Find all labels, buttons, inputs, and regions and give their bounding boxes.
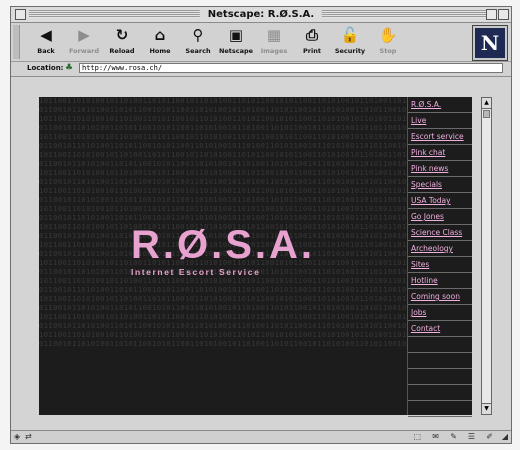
nav-link[interactable]: Live xyxy=(408,113,472,129)
security-lock-icon: 🔓 xyxy=(340,26,360,44)
component-bar-composer-icon[interactable]: ✎ xyxy=(450,432,457,442)
site-main-frame: 1011001101010010110100110101100101101010… xyxy=(39,97,407,415)
toolbar-button-label: Reload xyxy=(109,47,135,55)
toolbar-stop-button[interactable]: ✋ Stop xyxy=(369,25,407,55)
toolbar-reload-button[interactable]: ↻ Reload xyxy=(103,25,141,55)
browser-window: Netscape: R.Ø.S.A. ◀ Back ▶ Forward ↻ Reload ⌂… xyxy=(10,6,512,444)
back-arrow-icon: ◀ xyxy=(40,26,52,44)
scroll-thumb[interactable] xyxy=(483,110,490,118)
search-icon: ⚲ xyxy=(192,26,204,44)
nav-link[interactable]: Jobs xyxy=(408,305,472,321)
toolbar-back-button[interactable]: ◀ Back xyxy=(27,25,65,55)
toolbar-button-label: Back xyxy=(37,47,55,55)
print-icon: ⎙ xyxy=(305,26,318,44)
page-proxy-icon[interactable]: ♣ xyxy=(65,63,73,73)
toolbar-home-button[interactable]: ⌂ Home xyxy=(141,25,179,55)
vertical-scrollbar[interactable]: ▲ ▼ xyxy=(481,97,492,415)
nav-link[interactable]: Sites xyxy=(408,257,472,273)
component-bar-news-icon[interactable]: ☰ xyxy=(468,432,475,442)
security-status-icon[interactable]: ◈ xyxy=(14,432,20,442)
site-tagline: Internet Escort Service xyxy=(131,267,261,277)
nav-link[interactable]: Escort service xyxy=(408,129,472,145)
toolbar-forward-button[interactable]: ▶ Forward xyxy=(65,25,103,55)
component-bar-edit-icon[interactable]: ✐ xyxy=(486,432,493,442)
scroll-down-arrow-icon[interactable]: ▼ xyxy=(482,403,491,414)
forward-arrow-icon: ▶ xyxy=(78,26,90,44)
page-content-area: 1011001101010010110100110101100101101010… xyxy=(11,77,511,433)
status-bar: ◈ ⇄ ⬚ ✉ ✎ ☰ ✐ ◢ xyxy=(11,430,511,443)
nav-link[interactable]: Pink news xyxy=(408,161,472,177)
toolbar-security-button[interactable]: 🔓 Security xyxy=(331,25,369,55)
component-bar-mail-icon[interactable]: ✉ xyxy=(432,432,439,442)
images-icon: ▦ xyxy=(266,26,282,44)
zoom-box[interactable] xyxy=(486,9,497,20)
online-status-icon[interactable]: ⇄ xyxy=(25,432,32,442)
nav-link[interactable]: R.Ø.S.A. xyxy=(408,97,472,113)
toolbar-button-label: Security xyxy=(334,47,366,55)
reload-icon: ↻ xyxy=(115,26,129,44)
window-title: Netscape: R.Ø.S.A. xyxy=(199,7,323,22)
location-bar: Location: ♣ xyxy=(11,62,511,77)
toolbar-button-label: Forward xyxy=(68,47,100,55)
collapse-box[interactable] xyxy=(498,9,509,20)
site-navigation-frame: R.Ø.S.A. Live Escort service Pink chat Pink … xyxy=(407,97,472,433)
toolbar-button-label: Search xyxy=(185,47,211,55)
nav-link[interactable]: Specials xyxy=(408,177,472,193)
nav-link[interactable]: Hotline xyxy=(408,273,472,289)
toolbar-search-button[interactable]: ⚲ Search xyxy=(179,25,217,55)
title-bar[interactable]: Netscape: R.Ø.S.A. xyxy=(11,7,511,23)
toolbar-netscape-button[interactable]: ▣ Netscape xyxy=(217,25,255,55)
nav-empty-row xyxy=(408,353,472,369)
toolbar-collapse-tab[interactable] xyxy=(13,25,20,59)
toolbar-print-button[interactable]: ⎙ Print xyxy=(293,25,331,55)
nav-empty-row xyxy=(408,385,472,401)
scroll-up-arrow-icon[interactable]: ▲ xyxy=(482,98,491,109)
nav-link[interactable]: Science Class xyxy=(408,225,472,241)
url-input[interactable] xyxy=(79,63,503,73)
navigation-toolbar: ◀ Back ▶ Forward ↻ Reload ⌂ Home ⚲ Search ▣ Netscap… xyxy=(11,23,511,62)
site-logo: R.Ø.S.A. xyxy=(131,223,316,267)
nav-link[interactable]: Contact xyxy=(408,321,472,337)
nav-empty-row xyxy=(408,369,472,385)
toolbar-button-label: Print xyxy=(303,47,321,55)
resize-grip-icon[interactable]: ◢ xyxy=(502,432,508,442)
nav-link[interactable]: Coming soon xyxy=(408,289,472,305)
toolbar-button-label: Stop xyxy=(379,47,397,55)
nav-empty-row xyxy=(408,337,472,353)
component-bar-navigator-icon[interactable]: ⬚ xyxy=(413,432,421,442)
netscape-icon: ▣ xyxy=(228,26,244,44)
nav-link[interactable]: Pink chat xyxy=(408,145,472,161)
nav-link[interactable]: Go Jones xyxy=(408,209,472,225)
toolbar-images-button[interactable]: ▦ Images xyxy=(255,25,293,55)
stop-icon: ✋ xyxy=(378,26,398,44)
toolbar-button-label: Images xyxy=(260,47,288,55)
nav-link[interactable]: USA Today xyxy=(408,193,472,209)
netscape-logo[interactable]: N xyxy=(473,26,507,60)
home-icon: ⌂ xyxy=(154,26,166,44)
location-label: Location: xyxy=(27,64,64,72)
toolbar-button-label: Home xyxy=(149,47,171,55)
nav-empty-row xyxy=(408,401,472,417)
toolbar-button-label: Netscape xyxy=(218,47,254,55)
close-box[interactable] xyxy=(15,9,26,20)
nav-link[interactable]: Archeology xyxy=(408,241,472,257)
